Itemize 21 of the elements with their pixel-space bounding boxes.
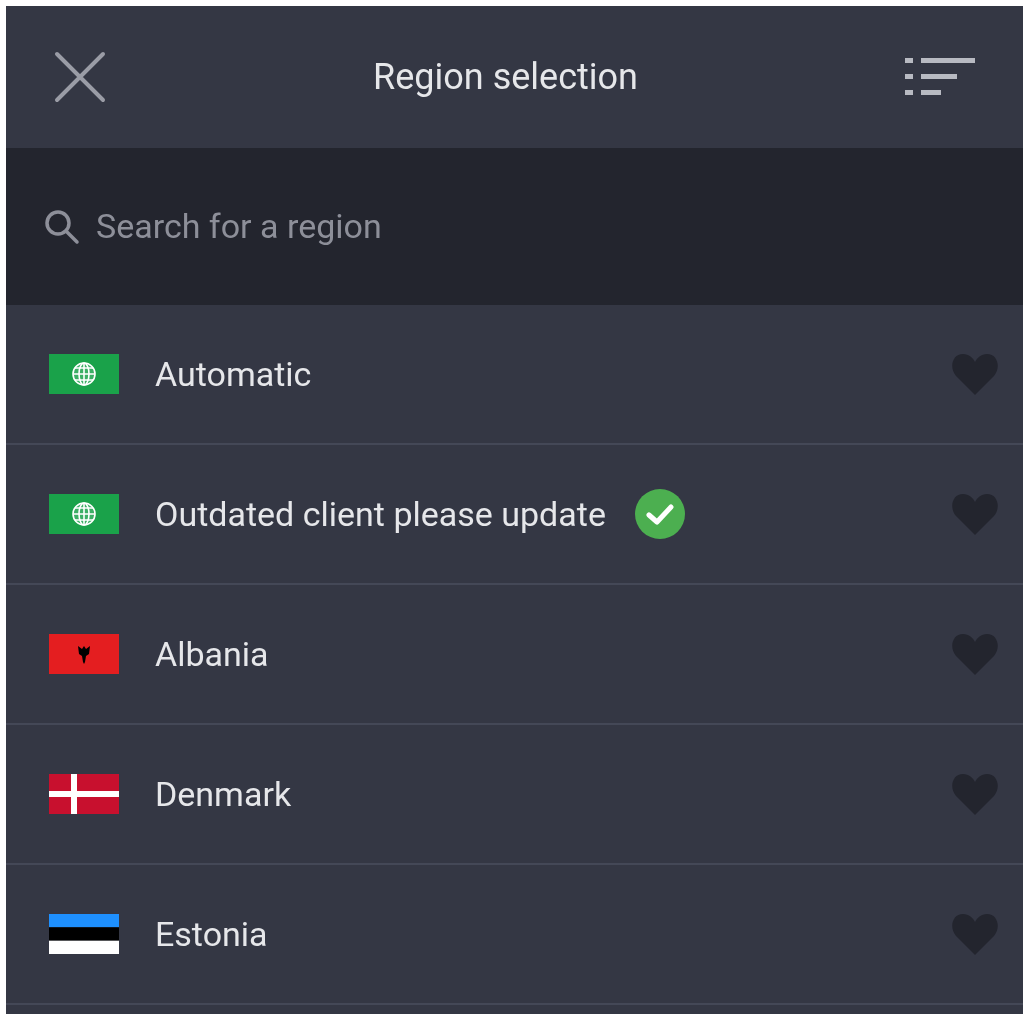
close-icon <box>54 51 106 103</box>
globe-flag-icon <box>49 494 119 534</box>
region-row[interactable]: Automatic <box>6 305 1023 445</box>
globe-flag-icon <box>49 354 119 394</box>
search-input[interactable]: Search for a region <box>96 201 987 252</box>
denmark-flag-icon <box>49 774 119 814</box>
region-row[interactable]: Albania <box>6 585 1023 725</box>
region-name: Denmark <box>155 772 292 816</box>
estonia-flag-icon <box>49 914 119 954</box>
region-name: Outdated client please update <box>155 492 606 536</box>
region-name: Estonia <box>155 912 268 956</box>
region-row[interactable]: Outdated client please update <box>6 445 1023 585</box>
region-name: Automatic <box>155 352 312 396</box>
search-field[interactable]: Search for a region <box>6 148 1023 305</box>
region-row[interactable]: Denmark <box>6 725 1023 865</box>
albania-flag-icon <box>49 634 119 674</box>
close-button[interactable] <box>54 51 106 103</box>
sort-icon <box>905 56 975 98</box>
region-row[interactable]: Estonia <box>6 865 1023 1005</box>
header-title: Region selection <box>373 55 638 100</box>
region-name: Albania <box>155 632 269 676</box>
